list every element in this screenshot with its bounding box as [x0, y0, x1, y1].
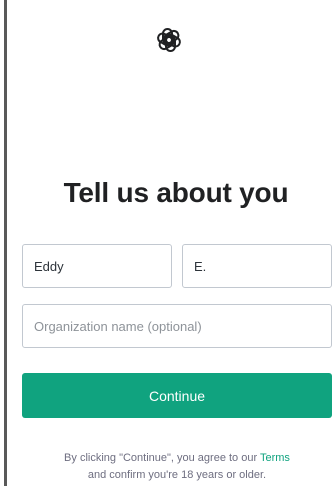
- organization-name-field[interactable]: [22, 304, 332, 348]
- disclaimer-prefix: By clicking "Continue", you agree to our: [64, 452, 260, 464]
- disclaimer-line-2: and confirm you're 18 years or older.: [87, 469, 267, 481]
- first-name-field[interactable]: [22, 244, 172, 288]
- terms-link[interactable]: Terms: [260, 452, 290, 464]
- last-name-field[interactable]: [182, 244, 332, 288]
- window-edge-bar: [4, 0, 7, 486]
- terms-disclaimer: By clicking "Continue", you agree to our…: [22, 450, 332, 484]
- page-title: Tell us about you: [63, 177, 289, 208]
- continue-button[interactable]: Continue: [22, 373, 332, 418]
- openai-logo-icon: [155, 26, 183, 54]
- disclaimer-line-1: By clicking "Continue", you agree to our…: [22, 450, 332, 467]
